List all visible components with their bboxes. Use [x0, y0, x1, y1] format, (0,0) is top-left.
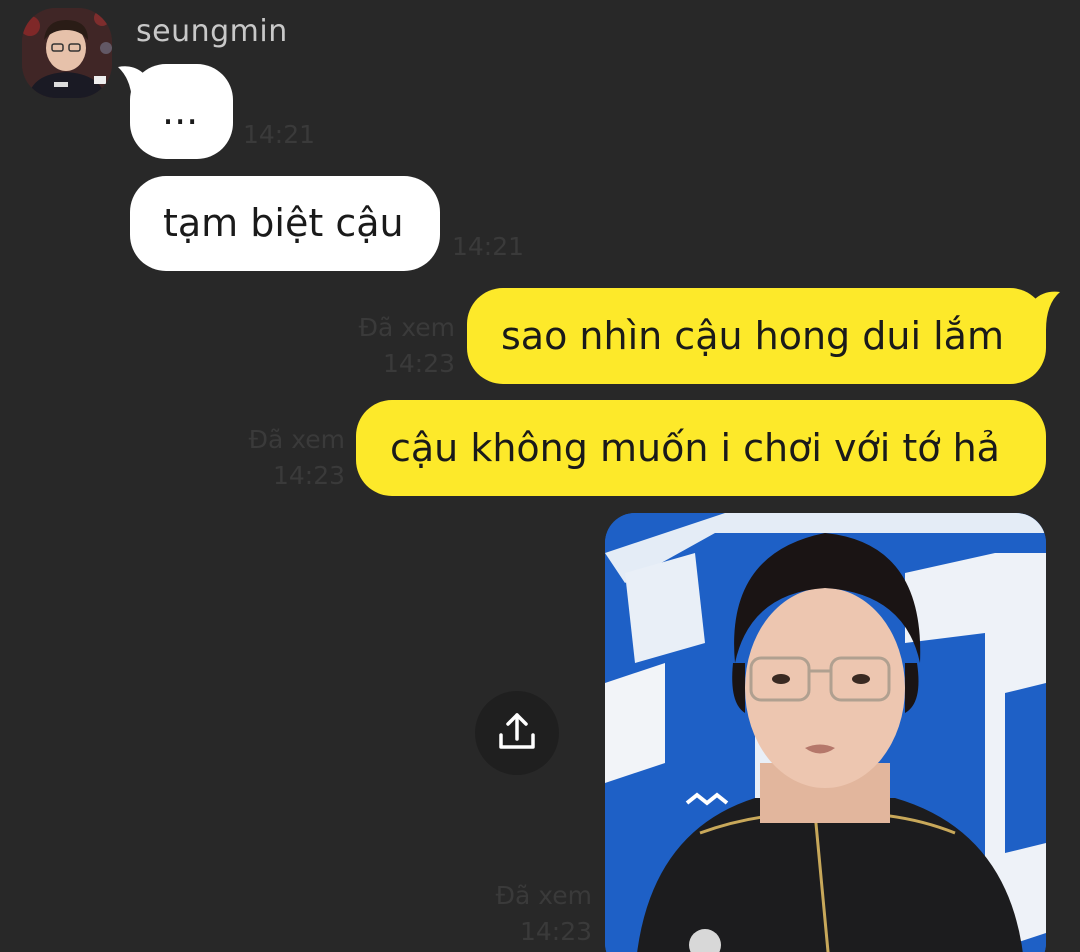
outgoing-message-bubble[interactable]: cậu không muốn i chơi với tớ hả — [356, 400, 1046, 496]
message-meta: Đã xem 14:23 — [440, 878, 592, 950]
read-status: Đã xem — [358, 313, 455, 342]
message-time: 14:23 — [382, 349, 455, 378]
photo-image — [605, 513, 1046, 952]
read-status: Đã xem — [495, 881, 592, 910]
message-time: 14:21 — [452, 232, 525, 261]
message-time: 14:23 — [519, 917, 592, 946]
incoming-message-bubble[interactable]: tạm biệt cậu — [130, 176, 440, 271]
sender-name: seungmin — [136, 14, 288, 49]
message-time: 14:23 — [272, 461, 345, 490]
share-button[interactable] — [475, 691, 559, 775]
message-time: 14:21 — [243, 120, 316, 149]
message-meta: Đã xem 14:23 — [190, 422, 345, 494]
message-meta: Đã xem 14:23 — [300, 310, 455, 382]
message-text: ... — [162, 89, 199, 133]
chat-screen: seungmin ... 14:21 tạm biệt cậu 14:21 sa… — [0, 0, 1080, 952]
avatar-image — [22, 8, 112, 98]
message-text: cậu không muốn i chơi với tớ hả — [390, 426, 1000, 470]
sender-avatar[interactable] — [22, 8, 112, 98]
read-status: Đã xem — [248, 425, 345, 454]
incoming-message-bubble[interactable]: ... — [130, 64, 233, 159]
message-text: sao nhìn cậu hong dui lắm — [501, 314, 1004, 358]
message-text: tạm biệt cậu — [163, 201, 404, 245]
share-upload-icon — [499, 713, 535, 749]
photo-message[interactable] — [605, 513, 1046, 952]
outgoing-message-bubble[interactable]: sao nhìn cậu hong dui lắm — [467, 288, 1046, 384]
